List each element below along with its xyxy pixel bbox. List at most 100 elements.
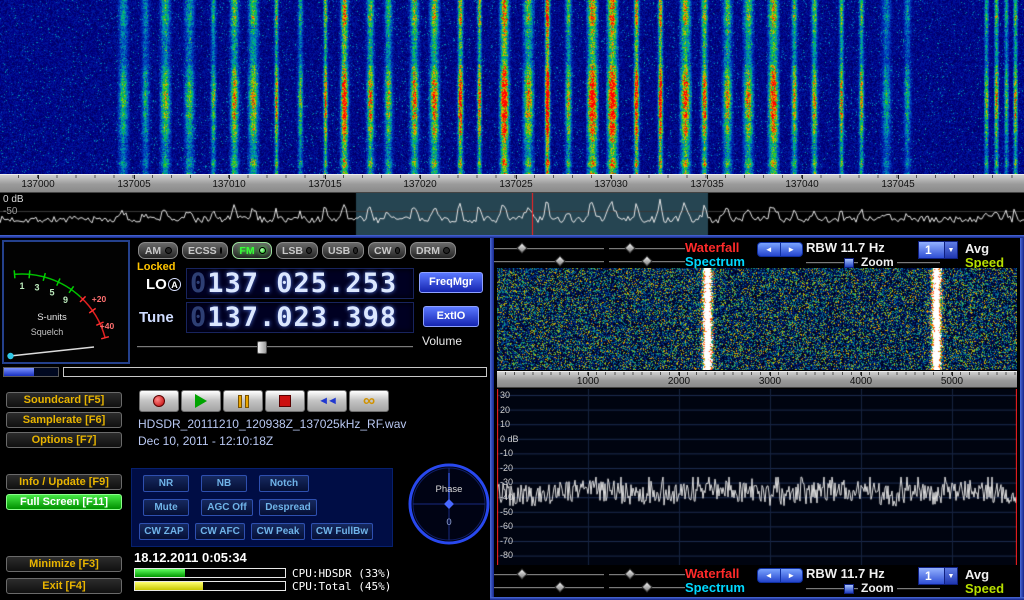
spectrum-contrast-slider[interactable] bbox=[609, 256, 685, 267]
main-waterfall-display[interactable] bbox=[0, 0, 1024, 174]
mode-button-usb[interactable]: USB bbox=[322, 242, 364, 259]
slider-thumb[interactable] bbox=[516, 242, 527, 253]
db-tick-label: -60 bbox=[500, 521, 513, 531]
locked-indicator: Locked bbox=[137, 261, 176, 273]
mode-button-cw[interactable]: CW bbox=[368, 242, 406, 259]
shift-arrows-b[interactable]: ◄► bbox=[757, 568, 803, 583]
slider-thumb[interactable] bbox=[554, 581, 565, 592]
tune-frequency-display[interactable]: 0137.023.398 bbox=[186, 302, 414, 333]
db-tick-label: -50 bbox=[500, 507, 513, 517]
freq-tick-label: 5000 bbox=[941, 376, 963, 387]
volume-slider-track bbox=[137, 346, 413, 348]
record-button[interactable] bbox=[139, 390, 179, 412]
lo-frequency-digits[interactable]: 0137.025.253 bbox=[190, 269, 410, 298]
slider-track bbox=[494, 248, 604, 250]
cpu-total-fill bbox=[135, 582, 203, 590]
pause-button[interactable] bbox=[223, 390, 263, 412]
rbw-label: RBW 11.7 Hz bbox=[806, 240, 885, 255]
main-frequency-scale[interactable]: 137000 137005 137010 137015 137020 13702… bbox=[0, 174, 1024, 193]
zoom-slider-b[interactable]: Zoom bbox=[806, 583, 940, 594]
rewind-button[interactable]: ◄◄ bbox=[307, 390, 347, 412]
despread-button[interactable]: Despread bbox=[259, 499, 317, 516]
slider-thumb[interactable] bbox=[624, 568, 635, 579]
zoom-slider-thumb[interactable] bbox=[844, 584, 854, 594]
db-tick-label: -70 bbox=[500, 536, 513, 546]
arrow-left-icon[interactable]: ◄ bbox=[758, 569, 780, 582]
avg-label: Avg bbox=[965, 241, 989, 256]
squelch-bar[interactable] bbox=[63, 367, 487, 377]
waterfall-contrast-slider[interactable] bbox=[609, 243, 685, 254]
freq-tick-label: 137045 bbox=[881, 179, 914, 190]
db-tick-label: -30 bbox=[500, 477, 513, 487]
cw-zap-button[interactable]: CW ZAP bbox=[139, 523, 189, 540]
nb-button[interactable]: NB bbox=[201, 475, 247, 492]
slider-thumb[interactable] bbox=[641, 255, 652, 266]
fullscreen-button[interactable]: Full Screen [F11] bbox=[6, 494, 122, 510]
mute-button[interactable]: Mute bbox=[143, 499, 189, 516]
spectrum-contrast-slider-b[interactable] bbox=[609, 582, 685, 593]
minor-ticks bbox=[0, 175, 1024, 178]
mode-led-icon bbox=[306, 247, 312, 254]
slider-track bbox=[609, 248, 685, 250]
options-button[interactable]: Options [F7] bbox=[6, 432, 122, 448]
slider-thumb[interactable] bbox=[516, 568, 527, 579]
info-update-button[interactable]: Info / Update [F9] bbox=[6, 474, 122, 490]
arrow-right-icon[interactable]: ► bbox=[781, 243, 803, 256]
freq-tick-label: 137015 bbox=[308, 179, 341, 190]
cw-fullbw-button[interactable]: CW FullBw bbox=[311, 523, 373, 540]
play-button[interactable] bbox=[181, 390, 221, 412]
zoom-slider-thumb[interactable] bbox=[844, 258, 854, 268]
lo-a-button[interactable]: A bbox=[168, 278, 181, 291]
waterfall-brightness-slider-b[interactable] bbox=[494, 569, 604, 580]
mode-button-lsb[interactable]: LSB bbox=[276, 242, 318, 259]
mode-button-am[interactable]: AM bbox=[138, 242, 178, 259]
slider-thumb[interactable] bbox=[624, 242, 635, 253]
zoom-slider[interactable]: Zoom bbox=[806, 257, 940, 268]
db-tick-label: 0 dB bbox=[500, 434, 519, 444]
tune-frequency-digits[interactable]: 0137.023.398 bbox=[190, 303, 410, 332]
s-meter[interactable]: 1 3 5 9 +20 +40 S-units Squelch bbox=[2, 240, 130, 364]
svg-text:5: 5 bbox=[49, 288, 54, 298]
nr-button[interactable]: NR bbox=[143, 475, 189, 492]
cpu-total-text: CPU:Total (45%) bbox=[292, 580, 391, 593]
waterfall-brightness-slider[interactable] bbox=[494, 243, 604, 254]
freq-tick-label: 137000 bbox=[21, 179, 54, 190]
shift-arrows[interactable]: ◄► bbox=[757, 242, 803, 257]
signal-mini-fill bbox=[4, 368, 34, 376]
exit-button[interactable]: Exit [F4] bbox=[6, 578, 122, 594]
divider bbox=[490, 238, 494, 600]
slider-thumb[interactable] bbox=[641, 581, 652, 592]
volume-slider-thumb[interactable] bbox=[257, 341, 267, 354]
rf-frequency-scale[interactable]: 1000 2000 3000 4000 5000 bbox=[497, 371, 1017, 388]
cw-afc-button[interactable]: CW AFC bbox=[195, 523, 245, 540]
notch-button[interactable]: Notch bbox=[259, 475, 309, 492]
stop-button[interactable] bbox=[265, 390, 305, 412]
minimize-button[interactable]: Minimize [F3] bbox=[6, 556, 122, 572]
soundcard-button[interactable]: Soundcard [F5] bbox=[6, 392, 122, 408]
volume-label: Volume bbox=[422, 334, 462, 348]
signal-mini-bar bbox=[3, 367, 59, 377]
svg-text:9: 9 bbox=[63, 295, 68, 305]
cw-peak-button[interactable]: CW Peak bbox=[251, 523, 305, 540]
freqmgr-button[interactable]: FreqMgr bbox=[419, 272, 483, 293]
agc-button[interactable]: AGC Off bbox=[201, 499, 253, 516]
spectrum-brightness-slider-b[interactable] bbox=[494, 582, 604, 593]
samplerate-button[interactable]: Samplerate [F6] bbox=[6, 412, 122, 428]
chevron-down-icon[interactable]: ▼ bbox=[944, 568, 957, 584]
main-spectrum-display[interactable] bbox=[0, 193, 1024, 235]
arrow-left-icon[interactable]: ◄ bbox=[758, 243, 780, 256]
loop-button[interactable]: ∞ bbox=[349, 390, 389, 412]
mode-button-drm[interactable]: DRM bbox=[410, 242, 456, 259]
mode-button-ecss[interactable]: ECSS bbox=[182, 242, 228, 259]
arrow-right-icon[interactable]: ► bbox=[781, 569, 803, 582]
mode-button-fm[interactable]: FM bbox=[232, 242, 272, 259]
mode-led-icon bbox=[443, 247, 450, 254]
slider-thumb[interactable] bbox=[554, 255, 565, 266]
db-tick-label: 20 bbox=[500, 405, 510, 415]
lo-frequency-display[interactable]: 0137.025.253 bbox=[186, 268, 414, 299]
spectrum-brightness-slider[interactable] bbox=[494, 256, 604, 267]
chevron-down-icon[interactable]: ▼ bbox=[944, 242, 957, 258]
extio-button[interactable]: ExtIO bbox=[423, 306, 479, 327]
waterfall-contrast-slider-b[interactable] bbox=[609, 569, 685, 580]
volume-slider[interactable] bbox=[137, 341, 413, 352]
